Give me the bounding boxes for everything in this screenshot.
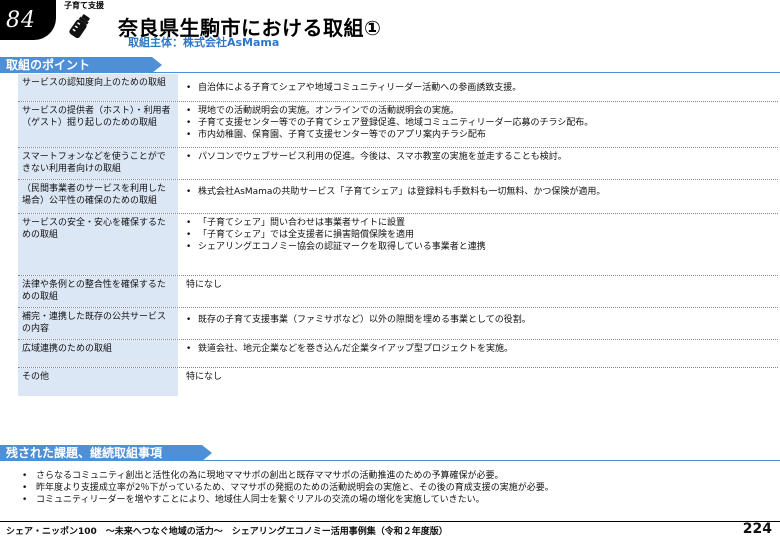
list-item: 自治体による子育てシェアや地域コミュニティリーダー活動への参画誘致支援。 (186, 82, 770, 94)
table-row: サービスの提供者（ホスト）・利用者（ゲスト）掘り起しのための取組 現地での活動説… (18, 102, 778, 148)
row-heading: その他 (18, 368, 178, 396)
row-heading: スマートフォンなどを使うことができない利用者向けの取組 (18, 148, 178, 179)
section-divider (0, 72, 780, 73)
row-heading: サービスの認知度向上のための取組 (18, 74, 178, 101)
row-heading: 法律や条例との整合性を確保するための取組 (18, 276, 178, 307)
number-badge: 84 (0, 0, 56, 40)
list-item: さらなるコミュニティ創出と活性化の為に現地ママサポの創出と既存ママサポの活動推進… (22, 470, 762, 482)
table-row: （民間事業者のサービスを利用した場合）公平性の確保のための取組 株式会社AsMa… (18, 180, 778, 214)
list-item: 「子育てシェア」問い合わせは事業者サイトに設置 (186, 217, 770, 229)
section-divider (0, 460, 780, 461)
row-content: 特になし (186, 372, 223, 382)
list-item: 「子育てシェア」では全支援者に損害賠償保険を適用 (186, 229, 770, 241)
row-heading: （民間事業者のサービスを利用した場合）公平性の確保のための取組 (18, 180, 178, 213)
row-content: 「子育てシェア」問い合わせは事業者サイトに設置 「子育てシェア」では全支援者に損… (178, 214, 778, 275)
page-subtitle: 取組主体：株式会社AsMama (128, 36, 280, 49)
row-content: 鉄道会社、地元企業などを巻き込んだ企業タイアップ型プロジェクトを実施。 (178, 340, 778, 367)
list-item: 子育て支援センター等での子育てシェア登録促進、地域コミュニティリーダー応募のチラ… (186, 117, 770, 129)
list-item: 株式会社AsMamaの共助サービス「子育てシェア」は登録料も手数料も一切無料、か… (186, 186, 770, 198)
table-row: サービスの安全・安心を確保するための取組 「子育てシェア」問い合わせは事業者サイ… (18, 214, 778, 276)
baby-bottle-icon (69, 14, 90, 39)
row-heading: 広域連携のための取組 (18, 340, 178, 367)
list-item: 市内幼稚園、保育園、子育て支援センター等でのアプリ案内チラシ配布 (186, 129, 770, 141)
row-content: 既存の子育て支援事業（ファミサポなど）以外の隙間を埋める事業としての役割。 (178, 308, 778, 339)
category-label: 子育て支援 (64, 1, 104, 10)
table-row: スマートフォンなどを使うことができない利用者向けの取組 パソコンでウェブサービス… (18, 148, 778, 180)
list-item: 既存の子育て支援事業（ファミサポなど）以外の隙間を埋める事業としての役割。 (186, 314, 770, 326)
row-content: 特になし (186, 280, 223, 290)
list-item: コミュニティリーダーを増やすことにより、地域住人同士を繋ぐリアルの交流の場の増化… (22, 494, 762, 506)
table-row: その他 特になし (18, 368, 778, 396)
row-content: 自治体による子育てシェアや地域コミュニティリーダー活動への参画誘致支援。 (178, 74, 778, 101)
list-item: 鉄道会社、地元企業などを巻き込んだ企業タイアップ型プロジェクトを実施。 (186, 343, 770, 355)
table-row: 広域連携のための取組 鉄道会社、地元企業などを巻き込んだ企業タイアップ型プロジェ… (18, 340, 778, 368)
table-row: サービスの認知度向上のための取組 自治体による子育てシェアや地域コミュニティリー… (18, 74, 778, 102)
list-item: シェアリングエコノミー協会の認証マークを取得している事業者と連携 (186, 241, 770, 253)
footer-title: シェア・ニッポン100 ～未来へつなぐ地域の活力～ シェアリングエコノミー活用事… (6, 527, 448, 537)
list-item: 昨年度より支援成立率が2％下がっているため、ママサポの発掘のための活動説明会の実… (22, 482, 762, 494)
row-heading: 補完・連携した既存の公共サービスの内容 (18, 308, 178, 339)
table-row: 法律や条例との整合性を確保するための取組 特になし (18, 276, 778, 308)
list-item: パソコンでウェブサービス利用の促進。今後は、スマホ教室の実施を並走することも検討… (186, 151, 770, 163)
page-number: 224 (742, 521, 772, 537)
list-item: 現地での活動説明会の実施。オンラインでの活動説明会の実施。 (186, 105, 770, 117)
row-content: パソコンでウェブサービス利用の促進。今後は、スマホ教室の実施を並走することも検討… (178, 148, 778, 179)
row-content: 株式会社AsMamaの共助サービス「子育てシェア」は登録料も手数料も一切無料、か… (178, 180, 778, 213)
row-heading: サービスの提供者（ホスト）・利用者（ゲスト）掘り起しのための取組 (18, 102, 178, 147)
row-heading: サービスの安全・安心を確保するための取組 (18, 214, 178, 275)
issues-list: さらなるコミュニティ創出と活性化の為に現地ママサポの創出と既存ママサポの活動推進… (22, 470, 762, 506)
points-table: サービスの認知度向上のための取組 自治体による子育てシェアや地域コミュニティリー… (18, 74, 778, 396)
section-header-issues: 残された課題、継続取組事項 (0, 445, 212, 461)
table-row: 補完・連携した既存の公共サービスの内容 既存の子育て支援事業（ファミサポなど）以… (18, 308, 778, 340)
row-content: 現地での活動説明会の実施。オンラインでの活動説明会の実施。 子育て支援センター等… (178, 102, 778, 147)
case-number: 84 (6, 8, 36, 33)
footer-divider (0, 521, 780, 522)
section-header-points: 取組のポイント (0, 57, 162, 73)
